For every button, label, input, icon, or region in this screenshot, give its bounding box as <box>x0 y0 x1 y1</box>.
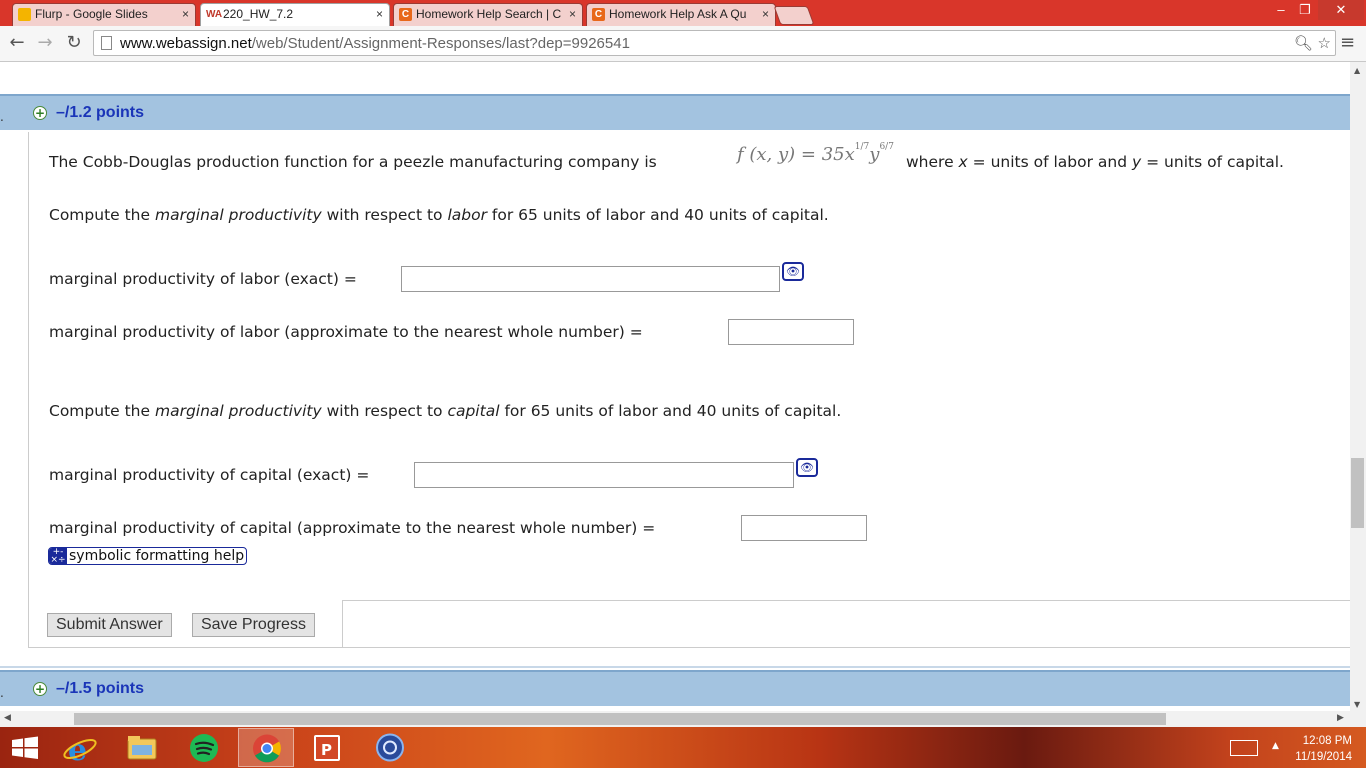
svg-text:e: e <box>68 733 87 767</box>
chegg-icon: C <box>592 8 605 21</box>
tab-title: 220_HW_7.2 <box>223 7 294 21</box>
preview-eye-icon[interactable]: 👁 <box>796 458 818 477</box>
save-progress-button[interactable]: Save Progress <box>192 613 315 637</box>
restore-icon[interactable]: ❐ <box>1294 0 1316 20</box>
scroll-down-arrow-icon[interactable]: ▼ <box>1354 700 1360 709</box>
expand-plus-icon[interactable]: + <box>33 106 47 120</box>
file-explorer-icon[interactable] <box>114 728 170 767</box>
tab-close-icon[interactable]: × <box>376 4 383 25</box>
zoom-icon[interactable]: 🔍︎ <box>1294 34 1313 52</box>
browser-toolbar: ← → ↻ www.webassign.net/web/Student/Assi… <box>0 26 1366 62</box>
forward-arrow-icon[interactable]: → <box>34 32 56 54</box>
svg-text:P: P <box>321 741 332 759</box>
labor-prompt: Compute the marginal productivity with r… <box>49 206 829 224</box>
system-clock[interactable]: 12:08 PM 11/19/2014 <box>1295 733 1352 765</box>
labor-exact-answer-box[interactable] <box>401 266 780 292</box>
internet-explorer-icon[interactable]: e <box>52 728 108 768</box>
spotify-icon[interactable] <box>176 728 232 767</box>
divider <box>343 600 1350 601</box>
capital-approx-answer-box[interactable] <box>741 515 867 541</box>
capital-approx-input[interactable] <box>742 516 866 540</box>
symbolic-formatting-help-button[interactable]: +- ×÷ symbolic formatting help <box>48 547 248 565</box>
tab-webassign[interactable]: WA 220_HW_7.2 × <box>200 3 390 27</box>
production-function-formula: f (x, y) = 35x1/7y6/7 <box>737 142 894 165</box>
divider <box>0 666 1350 668</box>
slides-icon <box>18 8 31 21</box>
scroll-left-arrow-icon[interactable]: ◀ <box>4 713 11 723</box>
labor-approx-answer-box[interactable] <box>728 319 854 345</box>
math-symbols-icon: +- ×÷ <box>49 547 67 565</box>
reload-icon[interactable]: ↻ <box>63 32 85 54</box>
vertical-scroll-thumb[interactable] <box>1351 458 1364 528</box>
question-number: . <box>0 110 4 124</box>
browser-tab-bar: Flurp - Google Slides × WA 220_HW_7.2 × … <box>0 0 1366 27</box>
webassign-icon: WA <box>206 8 223 21</box>
page-icon <box>101 36 112 50</box>
tab-close-icon[interactable]: × <box>569 4 576 25</box>
tab-close-icon[interactable]: × <box>762 4 769 25</box>
tab-close-icon[interactable]: × <box>182 4 189 25</box>
question-points: –/1.5 points <box>56 680 145 697</box>
capital-exact-input[interactable] <box>415 463 793 487</box>
tab-title: Homework Help Ask A Qu <box>609 7 747 21</box>
capital-exact-answer-box[interactable] <box>414 462 794 488</box>
clock-date: 11/19/2014 <box>1295 751 1352 763</box>
url-text: www.webassign.net/web/Student/Assignment… <box>120 35 630 52</box>
question-intro: The Cobb-Douglas production function for… <box>49 153 657 171</box>
scroll-up-arrow-icon[interactable]: ▲ <box>1354 66 1360 75</box>
tab-chegg-ask[interactable]: C Homework Help Ask A Qu × <box>586 3 776 26</box>
new-tab-button[interactable] <box>773 6 815 25</box>
question-points: –/1.2 points <box>56 104 145 121</box>
tab-title: Flurp - Google Slides <box>35 7 148 21</box>
powerpoint-icon[interactable]: P <box>300 728 356 767</box>
horizontal-scroll-thumb[interactable] <box>74 713 1166 725</box>
labor-exact-input[interactable] <box>402 267 779 291</box>
expand-plus-icon[interactable]: + <box>33 682 47 696</box>
question-intro-variables: where x = units of labor and y = units o… <box>906 153 1284 171</box>
capital-prompt: Compute the marginal productivity with r… <box>49 402 842 420</box>
preview-eye-icon[interactable]: 👁 <box>782 262 804 281</box>
clock-time: 12:08 PM <box>1302 735 1352 747</box>
scroll-right-arrow-icon[interactable]: ▶ <box>1337 713 1344 723</box>
question-number: . <box>0 686 4 700</box>
page-viewport: . + –/1.2 points The Cobb-Douglas produc… <box>0 62 1350 712</box>
tab-title: Homework Help Search | C <box>416 7 562 21</box>
chegg-icon: C <box>399 8 412 21</box>
labor-approx-label: marginal productivity of labor (approxim… <box>49 323 643 341</box>
keyboard-icon[interactable] <box>1230 740 1258 756</box>
scrollbar-corner <box>1350 711 1366 727</box>
question-header: . + –/1.5 points <box>0 670 1350 706</box>
vertical-scrollbar[interactable]: ▲ ▼ <box>1350 62 1366 712</box>
horizontal-scrollbar[interactable]: ◀ ▶ <box>0 711 1350 727</box>
labor-exact-label: marginal productivity of labor (exact) = <box>49 270 357 288</box>
submit-answer-button[interactable]: Submit Answer <box>47 613 172 637</box>
windows-start-icon[interactable] <box>0 728 50 767</box>
capital-approx-label: marginal productivity of capital (approx… <box>49 519 656 537</box>
window-close-icon[interactable]: ✕ <box>1318 0 1364 20</box>
address-bar[interactable]: www.webassign.net/web/Student/Assignment… <box>93 30 1336 56</box>
tray-expand-icon[interactable]: ▲ <box>1272 741 1279 751</box>
labor-approx-input[interactable] <box>729 320 853 344</box>
tab-google-slides[interactable]: Flurp - Google Slides × <box>12 3 196 26</box>
bookmark-star-icon[interactable]: ☆ <box>1318 34 1331 52</box>
chrome-menu-icon[interactable]: ≡ <box>1340 33 1358 53</box>
media-app-icon[interactable] <box>362 728 418 767</box>
capital-exact-label: marginal productivity of capital (exact)… <box>49 466 370 484</box>
back-arrow-icon[interactable]: ← <box>6 32 28 54</box>
windows-taskbar: e P ▲ 12:08 PM 11/19/2014 <box>0 727 1366 768</box>
question-header: . + –/1.2 points <box>0 94 1350 130</box>
chrome-icon[interactable] <box>238 728 294 767</box>
minimize-icon[interactable]: – <box>1270 0 1292 20</box>
tab-chegg-search[interactable]: C Homework Help Search | C × <box>393 3 583 26</box>
